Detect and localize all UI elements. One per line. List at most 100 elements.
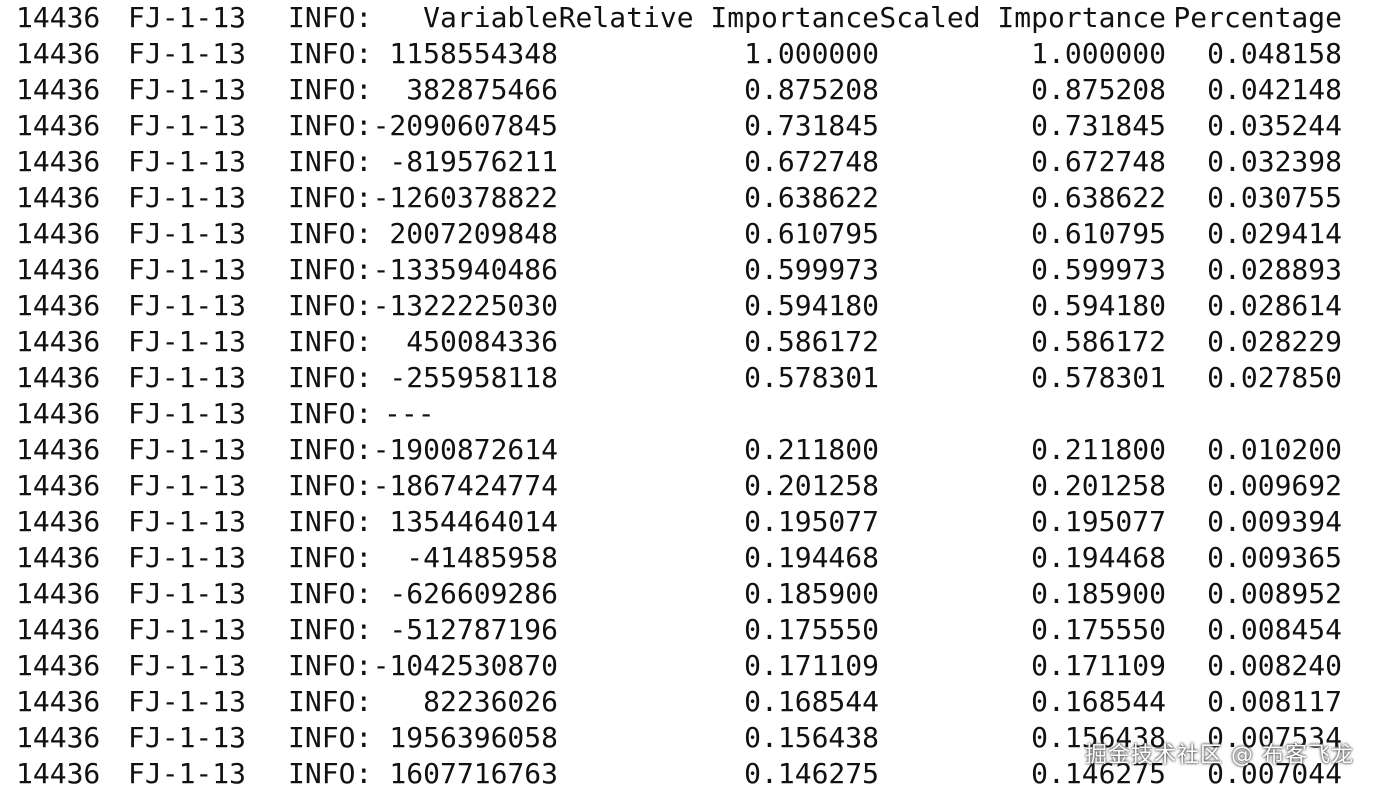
relative-importance-value: 0.168544 [744, 685, 879, 718]
pid: 14436 [16, 613, 101, 646]
variable-value: 382875466 [406, 73, 558, 106]
log-row: 14436 FJ-1-13 INFO: -1867424774 0.201258 0.20… [0, 468, 1376, 504]
scaled-importance-value: 0.211800 [1031, 433, 1166, 466]
host: FJ-1-13 [128, 73, 247, 106]
variable-value: -512787196 [389, 613, 558, 646]
host: FJ-1-13 [128, 109, 247, 142]
percentage-value: 0.029414 [1207, 217, 1342, 250]
relative-importance-value: 0.171109 [744, 649, 879, 682]
variable-value: 1158554348 [389, 37, 558, 70]
host: FJ-1-13 [128, 361, 247, 394]
pid: 14436 [16, 109, 101, 142]
percentage-value: 0.009365 [1207, 541, 1342, 574]
log-level: INFO: [288, 289, 373, 322]
variable-value: -255958118 [389, 361, 558, 394]
log-level: INFO: [288, 541, 373, 574]
host: FJ-1-13 [128, 433, 247, 466]
host: FJ-1-13 [128, 1, 247, 34]
variable-value: -1322225030 [372, 289, 558, 322]
percentage-value: 0.048158 [1207, 37, 1342, 70]
relative-importance-value: 1.000000 [744, 37, 879, 70]
percentage-value: 0.010200 [1207, 433, 1342, 466]
log-level: INFO: [288, 433, 373, 466]
relative-importance-value: 0.201258 [744, 469, 879, 502]
scaled-importance-value: 0.171109 [1031, 649, 1166, 682]
scaled-importance-value: 0.578301 [1031, 361, 1166, 394]
pid: 14436 [16, 397, 101, 430]
host: FJ-1-13 [128, 289, 247, 322]
host: FJ-1-13 [128, 505, 247, 538]
variable-value: 1607716763 [389, 757, 558, 790]
log-row: 14436 FJ-1-13 INFO: -41485958 0.194468 0.1944… [0, 540, 1376, 576]
log-row: 14436 FJ-1-13 INFO: 382875466 0.875208 0.8752… [0, 72, 1376, 108]
relative-importance-value: 0.211800 [744, 433, 879, 466]
log-level: INFO: [288, 649, 373, 682]
relative-importance-value: 0.599973 [744, 253, 879, 286]
variable-value: -41485958 [406, 541, 558, 574]
log-level: INFO: [288, 397, 373, 430]
variable-value: -1900872614 [372, 433, 558, 466]
column-header-variable: Variable [423, 1, 558, 34]
relative-importance-value: 0.875208 [744, 73, 879, 106]
scaled-importance-value: 0.195077 [1031, 505, 1166, 538]
relative-importance-value: 0.156438 [744, 721, 879, 754]
separator: --- [384, 397, 435, 430]
log-row: 14436 FJ-1-13 INFO: -1900872614 0.211800 0.21… [0, 432, 1376, 468]
host: FJ-1-13 [128, 253, 247, 286]
percentage-value: 0.008952 [1207, 577, 1342, 610]
pid: 14436 [16, 289, 101, 322]
log-level: INFO: [288, 577, 373, 610]
percentage-value: 0.008454 [1207, 613, 1342, 646]
relative-importance-value: 0.578301 [744, 361, 879, 394]
variable-value: -1260378822 [372, 181, 558, 214]
log-row: 14436 FJ-1-13 INFO: --- [0, 396, 1376, 432]
host: FJ-1-13 [128, 325, 247, 358]
scaled-importance-value: 0.586172 [1031, 325, 1166, 358]
column-header-scaled-importance: Scaled Importance [879, 1, 1166, 34]
variable-value: -1867424774 [372, 469, 558, 502]
pid: 14436 [16, 721, 101, 754]
relative-importance-value: 0.638622 [744, 181, 879, 214]
host: FJ-1-13 [128, 757, 247, 790]
column-header-percentage: Percentage [1173, 1, 1342, 34]
pid: 14436 [16, 685, 101, 718]
percentage-value: 0.027850 [1207, 361, 1342, 394]
variable-value: -1335940486 [372, 253, 558, 286]
log-row: 14436 FJ-1-13 INFO: -1335940486 0.599973 0.59… [0, 252, 1376, 288]
scaled-importance-value: 0.168544 [1031, 685, 1166, 718]
host: FJ-1-13 [128, 469, 247, 502]
pid: 14436 [16, 325, 101, 358]
host: FJ-1-13 [128, 217, 247, 250]
scaled-importance-value: 0.672748 [1031, 145, 1166, 178]
percentage-value: 0.008117 [1207, 685, 1342, 718]
variable-value: 2007209848 [389, 217, 558, 250]
scaled-importance-value: 1.000000 [1031, 37, 1166, 70]
log-row: 14436 FJ-1-13 INFO: 450084336 0.586172 0.5861… [0, 324, 1376, 360]
scaled-importance-value: 0.610795 [1031, 217, 1166, 250]
host: FJ-1-13 [128, 685, 247, 718]
log-level: INFO: [288, 685, 373, 718]
relative-importance-value: 0.194468 [744, 541, 879, 574]
percentage-value: 0.009394 [1207, 505, 1342, 538]
pid: 14436 [16, 541, 101, 574]
log-level: INFO: [288, 1, 373, 34]
relative-importance-value: 0.195077 [744, 505, 879, 538]
log-level: INFO: [288, 325, 373, 358]
log-row: 14436 FJ-1-13 INFO: 82236026 0.168544 0.16854… [0, 684, 1376, 720]
pid: 14436 [16, 649, 101, 682]
log-row: 14436 FJ-1-13 INFO: -819576211 0.672748 0.672… [0, 144, 1376, 180]
log-row: 14436 FJ-1-13 INFO: -512787196 0.175550 0.175… [0, 612, 1376, 648]
log-row: 14436 FJ-1-13 INFO: 1354464014 0.195077 0.195… [0, 504, 1376, 540]
percentage-value: 0.042148 [1207, 73, 1342, 106]
log-level: INFO: [288, 109, 373, 142]
scaled-importance-value: 0.201258 [1031, 469, 1166, 502]
relative-importance-value: 0.594180 [744, 289, 879, 322]
host: FJ-1-13 [128, 613, 247, 646]
pid: 14436 [16, 505, 101, 538]
host: FJ-1-13 [128, 649, 247, 682]
host: FJ-1-13 [128, 721, 247, 754]
log-level: INFO: [288, 757, 373, 790]
log-row: 14436 FJ-1-13 INFO: -626609286 0.185900 0.185… [0, 576, 1376, 612]
host: FJ-1-13 [128, 541, 247, 574]
pid: 14436 [16, 73, 101, 106]
